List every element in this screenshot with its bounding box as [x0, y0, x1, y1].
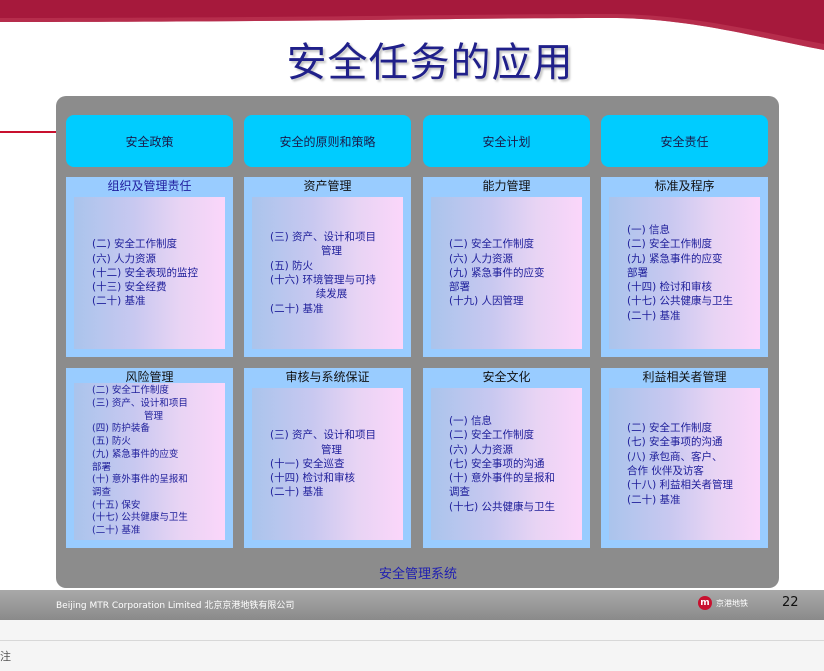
list-item: (二) 安全工作制度: [92, 238, 178, 251]
list-item: (一) 信息: [627, 223, 671, 236]
card-body: (二) 安全工作制度 (三) 资产、设计和项目 管理 (四) 防护装备 (五) …: [74, 383, 225, 540]
list-item: 部署: [627, 266, 648, 279]
list-item: (九) 紧急事件的应变: [92, 448, 179, 460]
company-name: Beijing MTR Corporation Limited 北京京港地铁有限…: [56, 601, 295, 611]
list-item: (十一) 安全巡查: [270, 457, 345, 470]
page-number: 22: [782, 595, 799, 610]
list-item: (三) 资产、设计和项目: [92, 397, 188, 409]
card-body: (三) 资产、设计和项目 管理 (五) 防火 (十六) 环境管理与可持 续发展 …: [252, 197, 403, 349]
mtr-logo-icon: m: [698, 596, 712, 610]
card-body: (二) 安全工作制度 (六) 人力资源 (九) 紧急事件的应变 部署 (十九) …: [431, 197, 582, 349]
card-risk-management: 风险管理 (二) 安全工作制度 (三) 资产、设计和项目 管理 (四) 防护装备…: [66, 368, 233, 548]
card-safety-culture: 安全文化 (一) 信息 (二) 安全工作制度 (六) 人力资源 (七) 安全事项…: [423, 368, 590, 548]
list-item: (七) 安全事项的沟通: [449, 457, 545, 470]
divider: [0, 640, 824, 641]
list-item: 管理: [143, 410, 163, 422]
card-title: 组织及管理责任: [107, 179, 192, 193]
list-item: 管理: [321, 245, 342, 258]
list-item: (九) 紧急事件的应变: [627, 252, 723, 265]
card-body: (二) 安全工作制度 (六) 人力资源 (十二) 安全表现的监控 (十三) 安全…: [74, 197, 225, 349]
app-notes-area[interactable]: [0, 620, 824, 671]
list-item: 管理: [321, 443, 342, 456]
list-item: (十七) 公共健康与卫生: [92, 512, 188, 524]
list-item: (二) 安全工作制度: [92, 385, 169, 397]
list-item: (二十) 基准: [627, 493, 681, 506]
header-safety-plan: 安全计划: [423, 115, 590, 167]
list-item: (十六) 环境管理与可持: [270, 274, 377, 286]
card-body: (二) 安全工作制度 (七) 安全事项的沟通 (八) 承包商、客户、 合作 伙伴…: [609, 388, 760, 540]
card-title: 利益相关者管理: [642, 370, 727, 384]
list-item: (二) 安全工作制度: [627, 238, 713, 251]
left-red-rule: [0, 131, 57, 133]
list-item: 续发展: [315, 288, 348, 301]
card-body: (三) 资产、设计和项目 管理 (十一) 安全巡查 (十四) 检讨和审核 (二十…: [252, 388, 403, 540]
list-item: (十五) 保安: [92, 499, 141, 511]
card-organization-responsibility: 组织及管理责任 (二) 安全工作制度 (六) 人力资源 (十二) 安全表现的监控…: [66, 177, 233, 357]
header-safety-responsibility: 安全责任: [601, 115, 768, 167]
header-safety-principles: 安全的原则和策略: [244, 115, 411, 167]
list-item: (二) 安全工作制度: [627, 422, 713, 435]
list-item: (二十) 基准: [92, 295, 146, 308]
list-item: (三) 资产、设计和项目: [270, 429, 377, 442]
card-standards-procedures: 标准及程序 (一) 信息 (二) 安全工作制度 (九) 紧急事件的应变 部署 (…: [601, 177, 768, 357]
system-label: 安全管理系统: [378, 567, 457, 582]
list-item: (六) 人力资源: [449, 443, 514, 456]
card-capability-management: 能力管理 (二) 安全工作制度 (六) 人力资源 (九) 紧急事件的应变 部署 …: [423, 177, 590, 357]
list-item: (二十) 基准: [92, 525, 141, 537]
list-item: (十四) 检讨和审核: [270, 472, 356, 485]
list-item: (二十) 基准: [627, 309, 681, 322]
list-item: (十四) 检讨和审核: [627, 281, 713, 294]
card-title: 资产管理: [303, 179, 352, 193]
list-item: (十) 意外事件的呈报和: [449, 472, 556, 485]
list-item: (四) 防护装备: [92, 423, 150, 435]
list-item: (十九) 人因管理: [449, 295, 524, 308]
list-item: 调查: [449, 486, 470, 499]
list-item: (十三) 安全经费: [92, 281, 167, 294]
header-safety-policy: 安全政策: [66, 115, 233, 167]
card-body: (一) 信息 (二) 安全工作制度 (六) 人力资源 (七) 安全事项的沟通 (…: [431, 388, 582, 540]
list-item: (十七) 公共健康与卫生: [627, 295, 734, 308]
list-item: (六) 人力资源: [449, 252, 514, 265]
card-stakeholder-management: 利益相关者管理 (二) 安全工作制度 (七) 安全事项的沟通 (八) 承包商、客…: [601, 368, 768, 548]
list-item: (三) 资产、设计和项目: [270, 231, 377, 244]
list-item: 部署: [92, 461, 112, 473]
list-item: (五) 防火: [92, 436, 131, 448]
card-title: 安全文化: [482, 370, 531, 384]
card-body: (一) 信息 (二) 安全工作制度 (九) 紧急事件的应变 部署 (十四) 检讨…: [609, 197, 760, 349]
notes-label: 注: [0, 650, 11, 663]
card-title: 能力管理: [482, 179, 531, 193]
list-item: (十八) 利益相关者管理: [627, 479, 734, 492]
brand-mark: m 京港地铁: [698, 596, 748, 610]
slide-title: 安全任务的应用: [286, 40, 574, 86]
list-item: (二) 安全工作制度: [449, 429, 535, 442]
card-title: 审核与系统保证: [285, 370, 370, 384]
list-item: (八) 承包商、客户、: [627, 450, 723, 463]
list-item: (七) 安全事项的沟通: [627, 436, 723, 449]
list-item: 部署: [449, 281, 470, 294]
brand-text: 京港地铁: [716, 598, 748, 608]
card-title: 标准及程序: [654, 179, 715, 193]
list-item: 合作 伙伴及访客: [627, 465, 704, 477]
list-item: (二十) 基准: [270, 486, 324, 499]
list-item: (二) 安全工作制度: [449, 238, 535, 251]
list-item: (十七) 公共健康与卫生: [449, 500, 556, 513]
list-item: 调查: [92, 486, 112, 498]
list-item: (五) 防火: [270, 259, 314, 272]
list-item: (十) 意外事件的呈报和: [92, 474, 188, 486]
list-item: (九) 紧急事件的应变: [449, 266, 545, 279]
card-audit-assurance: 审核与系统保证 (三) 资产、设计和项目 管理 (十一) 安全巡查 (十四) 检…: [244, 368, 411, 548]
card-asset-management: 资产管理 (三) 资产、设计和项目 管理 (五) 防火 (十六) 环境管理与可持…: [244, 177, 411, 357]
list-item: (一) 信息: [449, 414, 493, 427]
list-item: (十二) 安全表现的监控: [92, 266, 199, 279]
list-item: (六) 人力资源: [92, 252, 157, 265]
list-item: (二十) 基准: [270, 302, 324, 315]
